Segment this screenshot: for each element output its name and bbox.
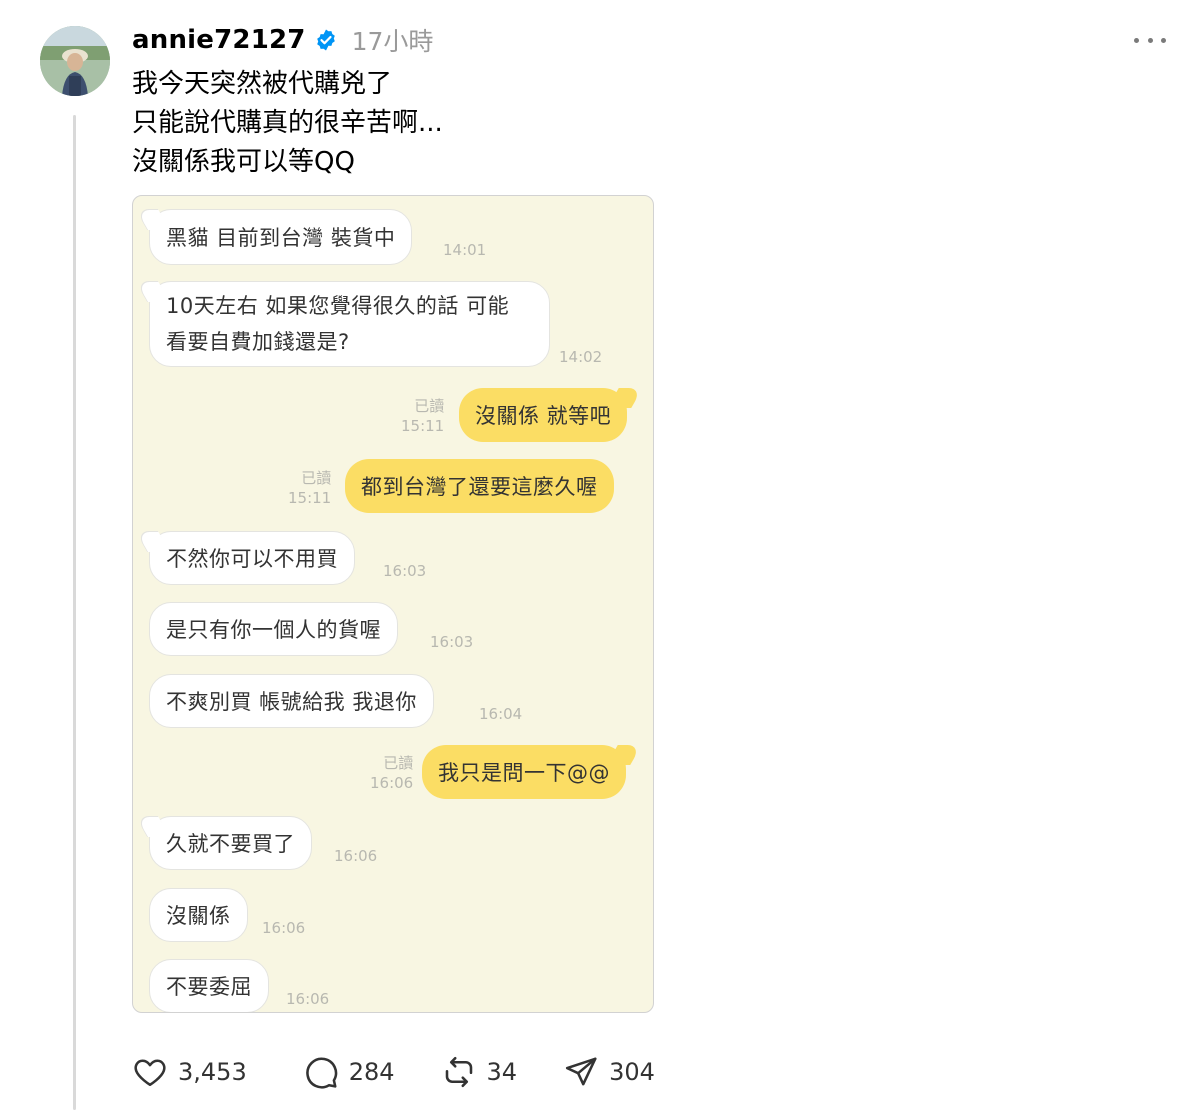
post-header: annie72127 17小時 [132,22,433,58]
chat-message-incoming: 不要委屈 [149,959,269,1012]
share-button[interactable]: 304 [563,1054,655,1090]
like-button[interactable]: 3,453 [132,1054,247,1090]
read-receipt: 已讀 15:11 [288,469,332,507]
comment-button[interactable]: 284 [303,1054,395,1090]
avatar[interactable] [40,26,110,96]
read-receipt: 已讀 16:06 [370,754,414,792]
message-time: 16:06 [286,990,330,1008]
message-time: 14:01 [443,241,487,259]
verified-badge-icon [316,29,335,51]
message-time: 16:03 [383,562,427,580]
chat-message-incoming: 是只有你一個人的貨喔 [149,602,398,656]
message-time: 16:03 [430,633,474,651]
chat-message-incoming: 久就不要買了 [149,816,312,870]
chat-message-outgoing: 我只是問一下@@ [422,745,626,799]
post-time: 17小時 [351,27,434,56]
avatar-photo [40,26,110,96]
chat-message-incoming: 不然你可以不用買 [149,531,355,585]
repost-button[interactable]: 34 [441,1054,518,1090]
caption-line: 我今天突然被代購兇了 [132,69,393,99]
chat-message-outgoing: 沒關係 就等吧 [459,388,628,442]
caption-line: 沒關係我可以等QQ [132,147,355,177]
comment-count: 284 [348,1058,395,1086]
chat-message-incoming: 不爽別買 帳號給我 我退你 [149,674,434,728]
like-count: 3,453 [178,1058,247,1086]
chat-screenshot-image[interactable]: 黑貓 目前到台灣 裝貨中 14:01 10天左右 如果您覺得很久的話 可能 看要… [132,195,654,1013]
chat-message-outgoing: 都到台灣了還要這麼久喔 [345,459,614,513]
post-actions: 3,453 284 34 304 [132,1052,655,1092]
share-count: 304 [609,1058,655,1086]
thread-line [73,115,76,1110]
message-time: 14:02 [559,348,603,366]
heart-icon [134,1059,166,1087]
comment-bubble-icon [305,1057,337,1089]
chat-message-incoming: 沒關係 [149,888,248,942]
post-caption: 我今天突然被代購兇了 只能說代購真的很辛苦啊... 沒關係我可以等QQ [132,65,443,182]
read-receipt: 已讀 15:11 [401,397,445,435]
username[interactable]: annie72127 [132,25,306,55]
chat-message-incoming: 黑貓 目前到台灣 裝貨中 [149,209,413,265]
caption-line: 只能說代購真的很辛苦啊... [132,108,443,138]
message-time: 16:04 [479,705,523,723]
more-dots-icon[interactable] [1134,34,1166,46]
repost-icon [445,1056,472,1088]
repost-count: 34 [486,1058,518,1086]
message-time: 16:06 [262,919,306,937]
chat-message-incoming: 10天左右 如果您覺得很久的話 可能 看要自費加錢還是? [149,281,550,367]
paper-plane-icon [566,1057,597,1086]
message-time: 16:06 [334,847,378,865]
